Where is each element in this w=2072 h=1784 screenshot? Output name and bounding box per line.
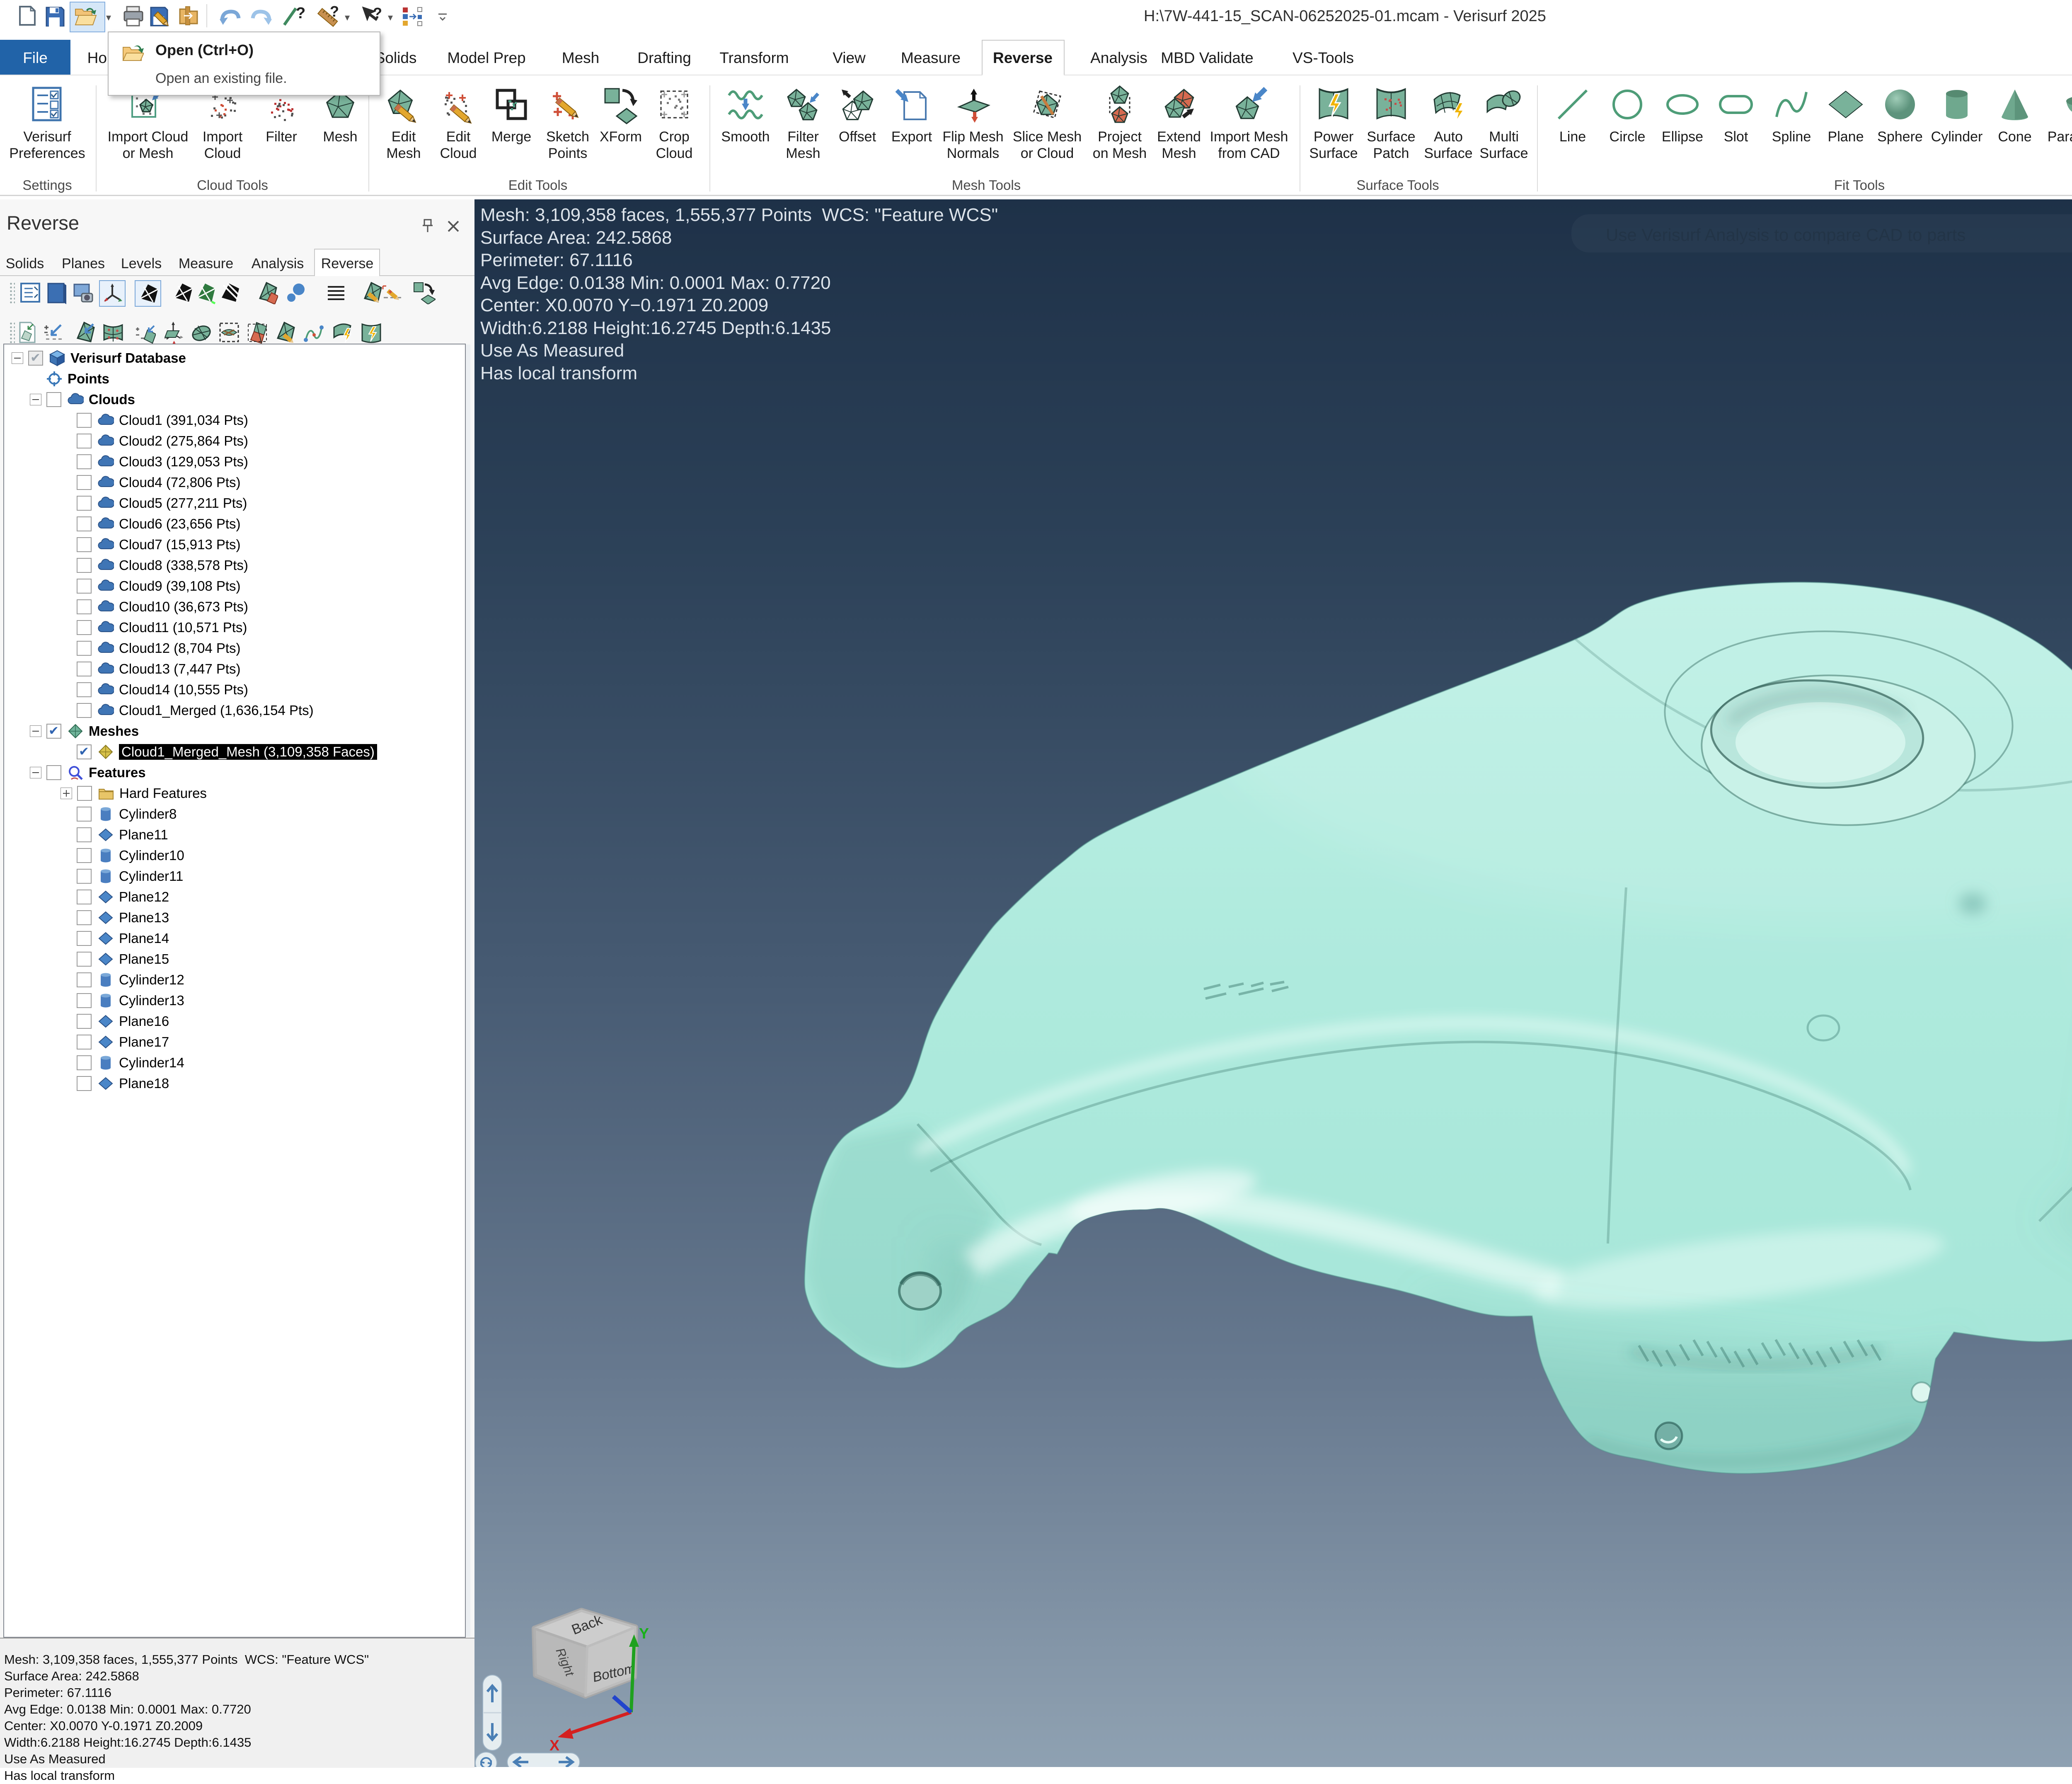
svg-text:Use Verisurf Analysis to compa: Use Verisurf Analysis to compare CAD to … [1606, 225, 1965, 245]
svg-text:?: ? [373, 5, 382, 22]
svg-text:?: ? [296, 5, 305, 22]
svg-text:?: ? [330, 4, 339, 20]
svg-text:Y: Y [639, 1625, 649, 1642]
svg-text:X: X [549, 1737, 559, 1754]
